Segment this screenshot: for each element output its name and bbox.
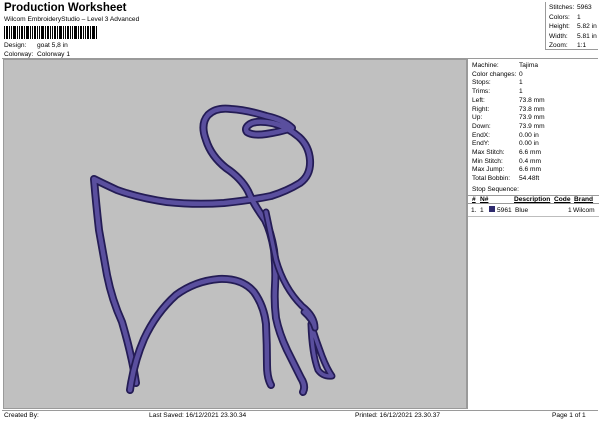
detail-label: EndY: xyxy=(472,140,490,148)
height-label: Height: xyxy=(549,23,570,30)
detail-label: EndX: xyxy=(472,131,490,139)
detail-value: 73.8 mm xyxy=(519,105,545,113)
detail-row: Right: 73.8 mm xyxy=(472,105,545,114)
detail-value: 73.9 mm xyxy=(519,114,545,122)
detail-value: 6.6 mm xyxy=(519,166,541,174)
created-by: Created By: xyxy=(4,412,39,419)
detail-row: Trims: 1 xyxy=(472,87,523,96)
detail-value: 1 xyxy=(519,88,523,96)
stop-sequence-title: Stop Sequence: xyxy=(472,186,519,193)
detail-row: Max Stitch: 6.6 mm xyxy=(472,148,541,157)
width-row: Width: 5.81 in xyxy=(549,32,598,42)
row-index: 1. xyxy=(471,207,477,214)
detail-row: Left: 73.8 mm xyxy=(472,96,545,105)
detail-label: Max Jump: xyxy=(472,166,505,174)
detail-value: 0.00 in xyxy=(519,131,539,139)
stitches-value: 5963 xyxy=(577,4,592,11)
detail-row: EndX: 0.00 in xyxy=(472,131,539,140)
zoom-label: Zoom: xyxy=(549,42,568,49)
printed-date: Printed: 16/12/2021 23.30.37 xyxy=(355,412,441,419)
barcode xyxy=(4,26,97,39)
detail-value: 0 xyxy=(519,70,523,78)
col-description: Description xyxy=(514,196,551,203)
width-label: Width: xyxy=(549,32,568,40)
detail-label: Min Stitch: xyxy=(472,157,503,165)
last-saved: Last Saved: 16/12/2021 23.30.34 xyxy=(149,412,247,419)
detail-row: Color changes: 0 xyxy=(472,70,523,79)
detail-row: Total Bobbin: 54.48ft xyxy=(472,174,539,183)
row-code: 1 xyxy=(568,207,572,214)
zoom-row: Zoom: 1:1 xyxy=(549,41,598,51)
row-stitches: 5961 xyxy=(497,207,512,214)
colorway-value: Colorway 1 xyxy=(37,51,70,58)
colors-row: Colors: 1 xyxy=(549,13,598,23)
page-title: Production Worksheet xyxy=(4,2,127,14)
col-number: # xyxy=(472,196,476,203)
detail-label: Machine: xyxy=(472,62,499,69)
details-panel: Machine: Tajima Color changes: 0 Stops: 1 Trim… xyxy=(467,59,599,409)
design-preview xyxy=(3,59,467,409)
design-name-row: Design: goat 5,8 in xyxy=(4,42,68,49)
width-value: 5.81 in xyxy=(577,32,597,40)
detail-value: Tajima xyxy=(519,62,539,69)
col-brand: Brand xyxy=(574,196,594,203)
detail-row: Stops: 1 xyxy=(472,78,523,87)
detail-value: 0.00 in xyxy=(519,140,539,148)
detail-value: 6.6 mm xyxy=(519,149,541,156)
detail-value: 54.48ft xyxy=(519,175,540,183)
detail-label: Up: xyxy=(472,114,483,122)
design-summary-box: Stitches: 5963 Colors: 1 Height: 5.82 in Wi… xyxy=(545,2,598,50)
row-description: Blue xyxy=(515,207,529,214)
goat-embroidery-outline xyxy=(90,104,336,396)
detail-row: Up: 73.9 mm xyxy=(472,113,545,122)
row-stop-number: 1 xyxy=(480,207,484,214)
stop-sequence-header: # N# Description Code Brand xyxy=(468,195,599,204)
stitches-label: Stitches: xyxy=(549,4,575,11)
colorway-row: Colorway: Colorway 1 xyxy=(4,51,70,58)
detail-label: Stops: xyxy=(472,79,491,87)
colorway-label: Colorway: xyxy=(4,51,34,58)
height-value: 5.82 in xyxy=(577,23,597,30)
design-value: goat 5,8 in xyxy=(37,42,68,49)
col-code: Code xyxy=(554,196,571,203)
detail-value: 73.9 mm xyxy=(519,122,545,130)
zoom-value: 1:1 xyxy=(577,42,587,49)
software-subtitle: Wilcom EmbroideryStudio – Level 3 Advanc… xyxy=(4,16,140,23)
stitches-row: Stitches: 5963 xyxy=(549,3,598,13)
detail-row: EndY: 0.00 in xyxy=(472,139,539,148)
detail-label: Right: xyxy=(472,105,490,113)
stop-sequence-list-area xyxy=(468,216,599,409)
colors-label: Colors: xyxy=(549,13,570,21)
stop-sequence-row: 1. 1 5961 Blue 1 Wilcom xyxy=(468,206,599,215)
col-n: N# xyxy=(480,196,489,203)
row-brand: Wilcom xyxy=(573,207,595,214)
detail-label: Trims: xyxy=(472,88,491,96)
detail-value: 1 xyxy=(519,79,523,87)
page-number: Page 1 of 1 xyxy=(552,412,586,419)
detail-label: Left: xyxy=(472,96,485,104)
detail-row: Machine: Tajima xyxy=(472,61,538,70)
detail-label: Total Bobbin: xyxy=(472,175,511,183)
detail-value: 0.4 mm xyxy=(519,157,541,165)
footer-divider xyxy=(2,410,598,411)
colors-value: 1 xyxy=(577,13,581,21)
detail-label: Down: xyxy=(472,122,491,130)
detail-row: Max Jump: 6.6 mm xyxy=(472,165,541,174)
detail-value: 73.8 mm xyxy=(519,96,545,104)
design-label: Design: xyxy=(4,42,27,49)
detail-row: Min Stitch: 0.4 mm xyxy=(472,157,541,166)
detail-label: Color changes: xyxy=(472,70,517,78)
thread-color-swatch xyxy=(489,206,495,212)
height-row: Height: 5.82 in xyxy=(549,22,598,32)
detail-label: Max Stitch: xyxy=(472,149,505,156)
detail-row: Down: 73.9 mm xyxy=(472,122,545,131)
